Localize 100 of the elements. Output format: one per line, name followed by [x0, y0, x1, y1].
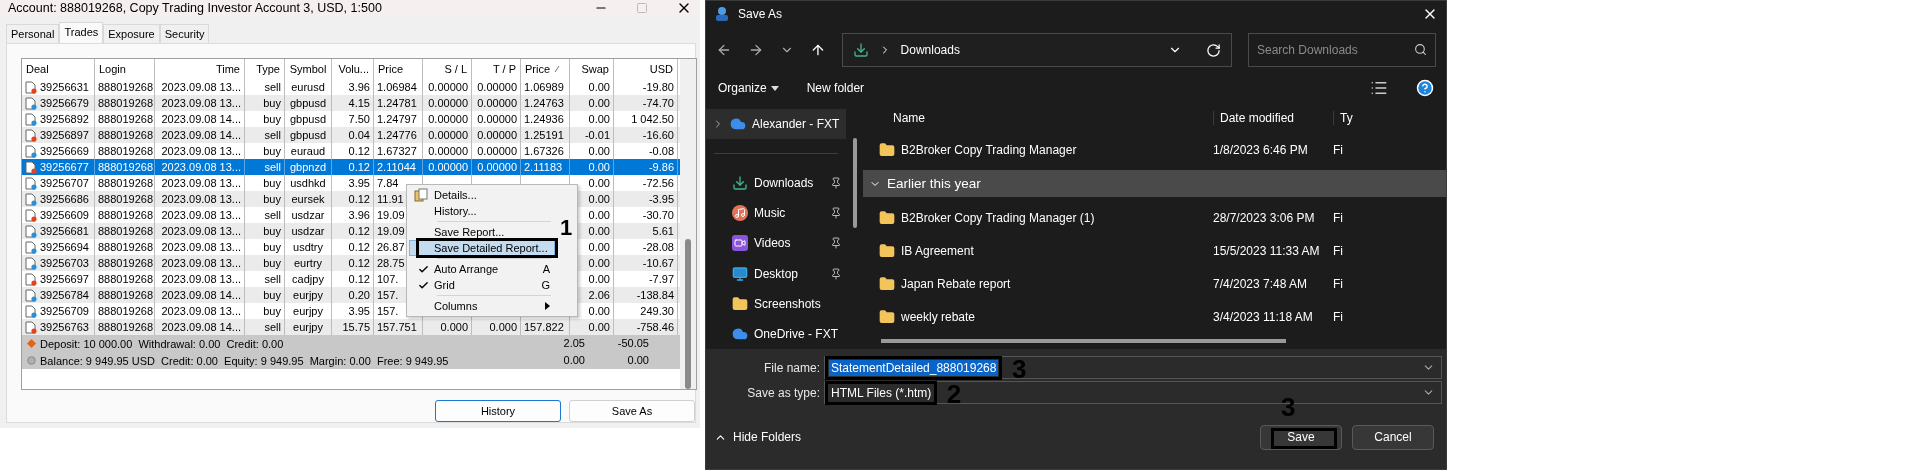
file-name[interactable]: B2Broker Copy Trading Manager (1) [901, 210, 1095, 225]
window-title: Save As [738, 7, 784, 21]
address-bar[interactable]: Downloads [841, 33, 1232, 67]
column-header[interactable]: Date modified [1213, 111, 1333, 125]
table-cell-text: -30.70 [642, 208, 674, 223]
file-name[interactable]: IB Agreement [901, 243, 974, 258]
table-cell-text: 11.91 [377, 192, 404, 207]
group-header[interactable]: Earlier this year [863, 170, 1446, 197]
table-cell-text: 2023.09.08 14... [161, 320, 241, 335]
menu-item[interactable]: Save Report... [409, 224, 555, 240]
table-cell-text: 39256609 [40, 208, 89, 223]
table-cell-text: 2023.09.08 14... [161, 288, 241, 303]
diamond-icon [27, 339, 36, 348]
table-cell-text: 0.00000 [477, 160, 517, 175]
folder-icon [879, 242, 895, 259]
table-row[interactable]: 39256679 888019268 2023.09.08 13... buy gbpusd 4.15 1.24781 0.00000 0.00000 1.24763 0.00 -74.70 [22, 95, 680, 111]
toolbar-button[interactable]: New folder [806, 81, 865, 95]
table-cell-text: gbpusd [289, 112, 327, 127]
table-cell-text: 1.25191 [524, 128, 564, 143]
table-cell-text: 1.24797 [377, 112, 417, 127]
table-cell-text: 157. [377, 288, 399, 303]
file-name[interactable]: Japan Rebate report [901, 276, 1011, 291]
search-field[interactable]: Search Downloads [1248, 33, 1436, 67]
table-cell-text: 0.00 [588, 320, 610, 335]
tab[interactable]: Trades [59, 22, 104, 43]
table-cell-text: buy [263, 112, 281, 127]
table-cell-text: 39256694 [40, 240, 89, 255]
scrollbar-thumb[interactable] [685, 239, 691, 389]
back-icon[interactable] [716, 42, 732, 58]
table-row[interactable]: 39256763 888019268 2023.09.08 14... sell eurjpy 15.75 157.751 0.000 0.000 157.822 0.00 -758.46 [22, 319, 680, 335]
hide-folders-button[interactable]: Hide Folders [714, 430, 1250, 444]
column-header[interactable]: Ty [1333, 111, 1446, 125]
table-cell-text: 0.00 [588, 208, 610, 223]
table-row[interactable]: 39256669 888019268 2023.09.08 13... buy euraud 0.12 1.67327 0.00000 0.00000 1.67326 0.00 -0.08 [22, 143, 680, 159]
file-name[interactable]: weekly rebate [901, 309, 976, 324]
music-icon [732, 205, 748, 222]
table-row[interactable]: 39256892 888019268 2023.09.08 14... buy gbpusd 7.50 1.24797 0.00000 0.00000 1.24936 0.00 1 042.50 [22, 111, 680, 127]
table-cell-text: 0.00000 [428, 160, 468, 175]
scrollbar-thumb[interactable] [881, 339, 1286, 343]
table-cell-text: 0.00000 [477, 96, 517, 111]
column-header[interactable]: Name [863, 111, 1213, 125]
document-icon [25, 208, 37, 222]
tab[interactable]: Personal [6, 24, 60, 43]
view-icon[interactable] [1370, 79, 1388, 97]
table-cell-text: -19.80 [642, 80, 674, 95]
table-row[interactable]: 39256897 888019268 2023.09.08 14... sell gbpusd 0.04 1.24776 0.00000 0.00000 1.25191 -0.01 -16.60 [22, 127, 680, 143]
sidebar-item[interactable]: Screenshots [706, 288, 846, 319]
table-cell-text: 2.06 [588, 288, 610, 303]
toolbar-button[interactable]: Organize [718, 81, 779, 95]
table-cell-text: 2023.09.08 13... [161, 96, 241, 111]
table-cell-text: 888019268 [98, 272, 154, 287]
file-type: Fi [1333, 142, 1344, 157]
tab[interactable]: Security [159, 24, 210, 43]
table-cell-text: 2023.09.08 13... [161, 80, 241, 95]
sidebar-item[interactable]: Music [706, 198, 846, 229]
table-cell-text: 39256709 [40, 304, 89, 319]
refresh-icon[interactable] [1206, 42, 1221, 58]
dialog-button[interactable]: Save As [569, 400, 695, 422]
download-icon [732, 175, 748, 192]
table-cell-text: 2023.09.08 13... [161, 304, 241, 319]
sidebar-item[interactable]: OneDrive - FXT [706, 318, 846, 349]
table-cell-text: 157.822 [524, 320, 564, 335]
sidebar-item[interactable]: Videos [706, 228, 846, 259]
table-cell-text: 888019268 [98, 256, 154, 271]
table-cell-text: 1.06984 [377, 80, 417, 95]
scrollbar-thumb[interactable] [852, 138, 857, 228]
sidebar-item[interactable]: Alexander - FXT [706, 109, 846, 140]
table-row[interactable]: 39256677 888019268 2023.09.08 13... sell gbpnzd 0.12 2.11044 0.00000 0.00000 2.11183 0.00 -9.86 [22, 159, 680, 175]
document-icon [25, 256, 37, 270]
table-cell-text: 0.12 [348, 144, 370, 159]
table-cell-text: -138.84 [636, 288, 674, 303]
table-cell-text: buy [263, 304, 281, 319]
table-cell-text: 0.00 [588, 304, 610, 319]
table-cell-text: sell [264, 320, 281, 335]
table-cell-text: 39256677 [40, 160, 89, 175]
document-icon [25, 288, 37, 302]
file-type: Fi [1333, 243, 1344, 258]
download-icon [852, 42, 869, 58]
table-cell-text: eursek [291, 192, 325, 207]
help-icon[interactable] [1416, 79, 1434, 97]
table-cell-text: 2023.09.08 13... [161, 240, 241, 255]
dialog-button[interactable]: Cancel [1352, 424, 1434, 450]
tab[interactable]: Exposure [103, 24, 160, 43]
sidebar-item[interactable]: Downloads [706, 168, 846, 199]
table-row[interactable]: 39256707 888019268 2023.09.08 13... buy usdhkd 3.95 7.84 0.00 -72.56 [22, 175, 680, 191]
sidebar-item[interactable]: Desktop [706, 258, 846, 289]
table-row[interactable]: 39256631 888019268 2023.09.08 13... sell eurusd 3.96 1.06984 0.00000 0.00000 1.06989 0.00 -19.80 [22, 79, 680, 95]
document-icon [25, 224, 37, 238]
table-cell-text: buy [263, 144, 281, 159]
document-icon [25, 144, 37, 158]
table-cell-text: gbpusd [289, 128, 327, 143]
table-cell-text: 1 042.50 [631, 112, 674, 127]
table-cell-text: 888019268 [98, 240, 154, 255]
dialog-button[interactable]: History [435, 400, 561, 422]
file-name[interactable]: B2Broker Copy Trading Manager [901, 142, 1077, 157]
table-cell-text: 1.67326 [524, 144, 564, 159]
document-icon [25, 80, 37, 94]
table-cell-text: -9.86 [648, 160, 674, 175]
table-cell-text: 0.00 [588, 272, 610, 287]
summary-text: Deposit: 10 000.00 Withdrawal: 0.00 Credit: 0.00 [40, 337, 284, 350]
